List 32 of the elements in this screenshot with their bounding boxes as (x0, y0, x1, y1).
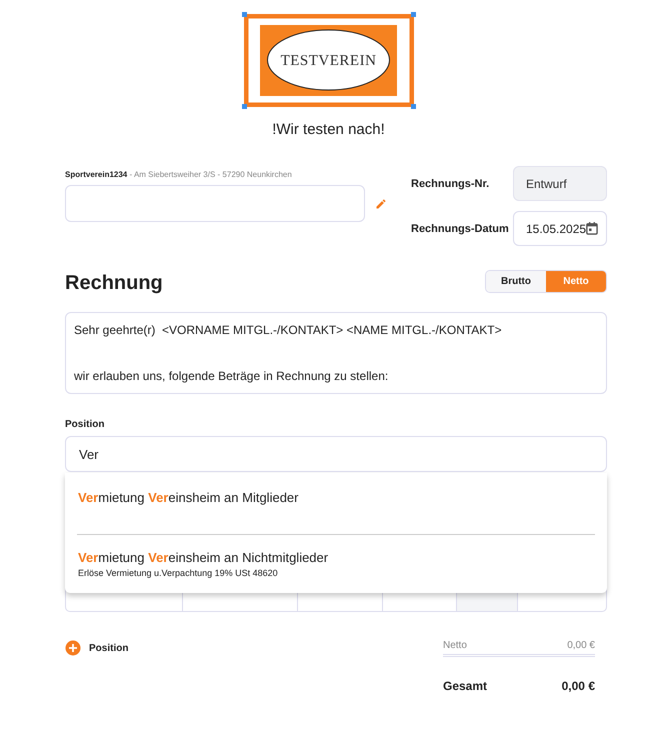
date-field[interactable]: 15.05.2025 (513, 211, 607, 246)
suggestion-item[interactable]: Vermietung Vereinsheim an Mitglieder (77, 473, 595, 534)
total-label: Gesamt (443, 679, 488, 693)
invoice-title: Rechnung (65, 272, 163, 295)
resize-handle[interactable] (410, 104, 416, 109)
field-label: Rechnungs-Datum (411, 222, 510, 234)
letter-line: wir erlauben uns, folgende Beträge in Rechnung zu stellen: (74, 369, 390, 383)
total-value: 0,00 € (562, 679, 595, 693)
field-label: Rechnungs-Nr. (411, 178, 490, 190)
suggestion-title: Vermietung Vereinsheim an Mitglieder (78, 490, 300, 505)
suggestion-subtitle: Erlöse Vermietung u.Verpachtung 19% USt 48620 (78, 568, 279, 578)
pencil-icon[interactable] (375, 198, 387, 210)
resize-handle[interactable] (410, 12, 416, 17)
resize-handle[interactable] (242, 12, 246, 17)
suggestion-title: Vermietung Vereinsheim an Nichtmitglieder (78, 550, 330, 565)
total-value: 0,00 € (567, 640, 595, 651)
position-input[interactable]: Ver (65, 436, 607, 472)
logo: TESTVEREIN (244, 14, 414, 107)
letter-text-field[interactable]: Sehr geehrte(r) <VORNAME MITGL.-/KONTAKT> <NAME MITGL.-/KONTAKT> wir erlauben uns, folgende Beträge in Rechnung zu stellen: (65, 312, 607, 394)
calendar-icon[interactable] (586, 221, 598, 236)
letter-line: Sehr geehrte(r) <VORNAME MITGL.-/KONTAKT> <NAME MITGL.-/KONTAKT> (74, 323, 503, 337)
recipient-field[interactable] (65, 185, 365, 222)
plus-icon (65, 640, 81, 656)
sender-name: Sportverein1234 (65, 170, 128, 179)
sender-address: - Am Siebertsweiher 3/S - 57290 Neunkirchen (130, 170, 292, 179)
field-label: Position (65, 419, 106, 430)
suggestion-item[interactable]: Vermietung Vereinsheim an Nichtmitglieder Erlöse Vermietung u.Verpachtung 19% USt 48620 (77, 534, 595, 593)
add-position-button[interactable]: Position (65, 640, 128, 656)
total-label: Netto (443, 640, 467, 651)
resize-handle[interactable] (242, 104, 246, 109)
tagline: !Wir testen nach! (272, 121, 385, 138)
mode-tab[interactable]: Brutto (486, 271, 546, 292)
